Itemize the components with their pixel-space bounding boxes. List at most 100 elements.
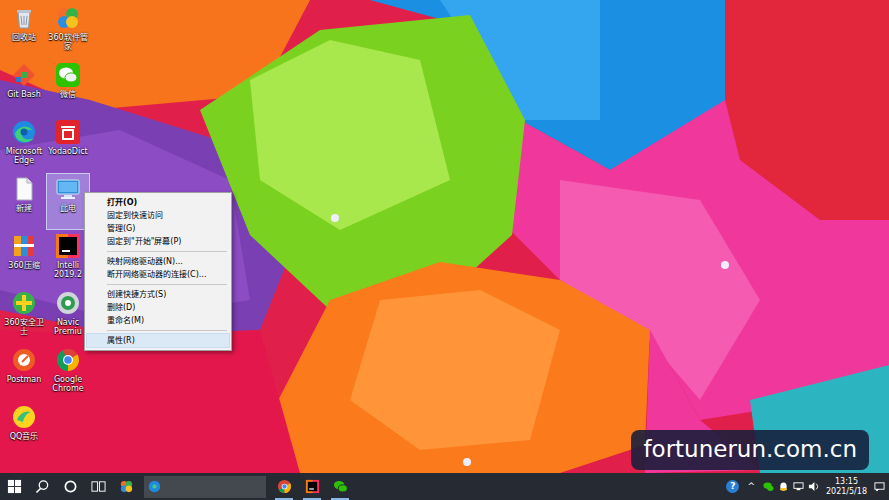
desktop-screen: 回收站 Git BashMicrosoft Edge 新建 360压缩 360安全卫士 P… — [0, 0, 889, 500]
system-tray: ? ^ 13:152021/5/18 — [726, 477, 889, 495]
desktop-icon-image — [11, 347, 37, 373]
idea-icon — [305, 479, 320, 494]
desktop-icon-image — [55, 347, 81, 373]
menu-item-label: 打开(O) — [107, 198, 137, 207]
desktop-icon-label: 微信 — [60, 90, 76, 99]
app360-icon — [119, 479, 134, 494]
menu-item[interactable]: 管理(G) — [87, 222, 229, 235]
desktop-icon[interactable]: Google Chrome — [46, 344, 90, 401]
desktop-icon-image — [11, 404, 37, 430]
desktop-icon-image — [55, 5, 81, 31]
menu-item-label: 固定到快速访问 — [107, 211, 163, 220]
search-icon — [35, 479, 50, 494]
menu-item[interactable]: 固定到"开始"屏幕(P) — [87, 235, 229, 248]
desktop-icon-image — [55, 119, 81, 145]
desktop-icon-image — [55, 233, 81, 259]
menu-item-label: 删除(D) — [107, 303, 135, 312]
menu-separator — [107, 330, 227, 331]
pc-icon — [55, 176, 81, 202]
menu-item[interactable]: 创建快捷方式(S) — [87, 288, 229, 301]
taskbar-search-field[interactable] — [144, 476, 266, 498]
zip360-icon — [11, 233, 37, 259]
wechat-icon — [333, 479, 348, 494]
desktop-icon-image — [55, 176, 81, 202]
taskbar-chrome-button[interactable] — [270, 473, 298, 500]
taskbar-cortana-button[interactable] — [56, 473, 84, 500]
desktop-icon-label: 360压缩 — [8, 261, 39, 270]
desktop-icon[interactable]: 360压缩 — [2, 230, 46, 287]
running-indicator — [331, 498, 349, 500]
taskbar-wechat-button[interactable] — [326, 473, 354, 500]
wechat-tray-icon[interactable] — [763, 481, 774, 492]
taskview-icon — [91, 479, 106, 494]
youdao-icon — [55, 119, 81, 145]
help-button[interactable]: ? — [726, 480, 739, 493]
desktop-icon-label: 回收站 — [12, 33, 36, 42]
menu-item-label: 创建快捷方式(S) — [107, 290, 166, 299]
menu-item[interactable]: 属性(R) — [87, 334, 229, 347]
watermark: fortunerun.com.cn — [631, 430, 869, 470]
mgr360-icon — [55, 5, 81, 31]
edge-icon — [148, 480, 161, 493]
desktop-icon-image — [11, 176, 37, 202]
qqmusic-icon — [11, 404, 37, 430]
desktop-icon-label: 360软件管家 — [48, 33, 88, 51]
taskbar-search-button[interactable] — [28, 473, 56, 500]
idea-icon — [55, 233, 81, 259]
desktop-icon-label: QQ音乐 — [10, 432, 39, 441]
desktop-icon-label: Postman — [7, 375, 42, 384]
notification-icon — [874, 481, 885, 492]
desktop-icon-image — [55, 290, 81, 316]
gitbash-icon — [11, 62, 37, 88]
taskbar: ? ^ 13:152021/5/18 — [0, 473, 889, 500]
network-icon[interactable] — [793, 481, 804, 492]
desktop-icon-image — [11, 233, 37, 259]
taskbar-items — [0, 473, 354, 500]
desktop-icon[interactable]: YodaoDict — [46, 116, 90, 173]
chrome-icon — [55, 347, 81, 373]
desktop-icon[interactable]: 回收站 — [2, 2, 46, 59]
desktop-icon[interactable]: 360软件管家 — [46, 2, 90, 59]
menu-item-label: 重命名(M) — [107, 316, 144, 325]
taskbar-app360-button[interactable] — [112, 473, 140, 500]
desktop-icon-image — [11, 119, 37, 145]
menu-item[interactable]: 断开网络驱动器的连接(C)... — [87, 268, 229, 281]
desktop-icon[interactable]: Microsoft Edge — [2, 116, 46, 173]
menu-item[interactable]: 固定到快速访问 — [87, 209, 229, 222]
taskbar-idea-button[interactable] — [298, 473, 326, 500]
clock-date: 2021/5/18 — [826, 487, 867, 496]
show-hidden-icons[interactable]: ^ — [743, 482, 759, 491]
desktop-icon-label: 此电 — [60, 204, 76, 213]
desktop-icon[interactable]: 微信 — [46, 59, 90, 116]
menu-item[interactable]: 删除(D) — [87, 301, 229, 314]
menu-item[interactable]: 重命名(M) — [87, 314, 229, 327]
clock[interactable]: 13:152021/5/18 — [823, 477, 870, 495]
taskbar-start-button[interactable] — [0, 473, 28, 500]
menu-item-label: 属性(R) — [107, 336, 135, 345]
wechat-icon — [55, 62, 81, 88]
cortana-icon — [63, 479, 78, 494]
desktop-icon[interactable]: 新建 — [2, 173, 46, 230]
desktop-icon-image — [11, 290, 37, 316]
edge-icon — [11, 119, 37, 145]
context-menu: 打开(O) 固定到快速访问管理(G)固定到"开始"屏幕(P) 映射网络驱动器(N).… — [84, 192, 232, 351]
notification-button[interactable] — [874, 481, 885, 492]
qq-tray-icon[interactable] — [778, 481, 789, 492]
desktop-icon-image — [11, 5, 37, 31]
desktop-icon[interactable]: QQ音乐 — [2, 401, 46, 458]
menu-item[interactable]: 映射网络驱动器(N)... — [87, 255, 229, 268]
clock-time: 13:15 — [826, 477, 867, 486]
desktop-icon-label: Intelli 2019.2 — [48, 261, 88, 279]
menu-item[interactable]: 打开(O) — [87, 196, 229, 209]
desktop-icon[interactable]: Git Bash — [2, 59, 46, 116]
menu-separator — [107, 284, 227, 285]
desktop-icon[interactable]: 360安全卫士 — [2, 287, 46, 344]
chrome-icon — [277, 479, 292, 494]
taskbar-taskview-button[interactable] — [84, 473, 112, 500]
volume-icon[interactable] — [808, 481, 819, 492]
desktop-icon[interactable]: Postman — [2, 344, 46, 401]
start-icon — [7, 479, 22, 494]
menu-separator — [107, 251, 227, 252]
qq-tray-icon — [778, 481, 789, 492]
desktop-icon-label: 新建 — [16, 204, 32, 213]
